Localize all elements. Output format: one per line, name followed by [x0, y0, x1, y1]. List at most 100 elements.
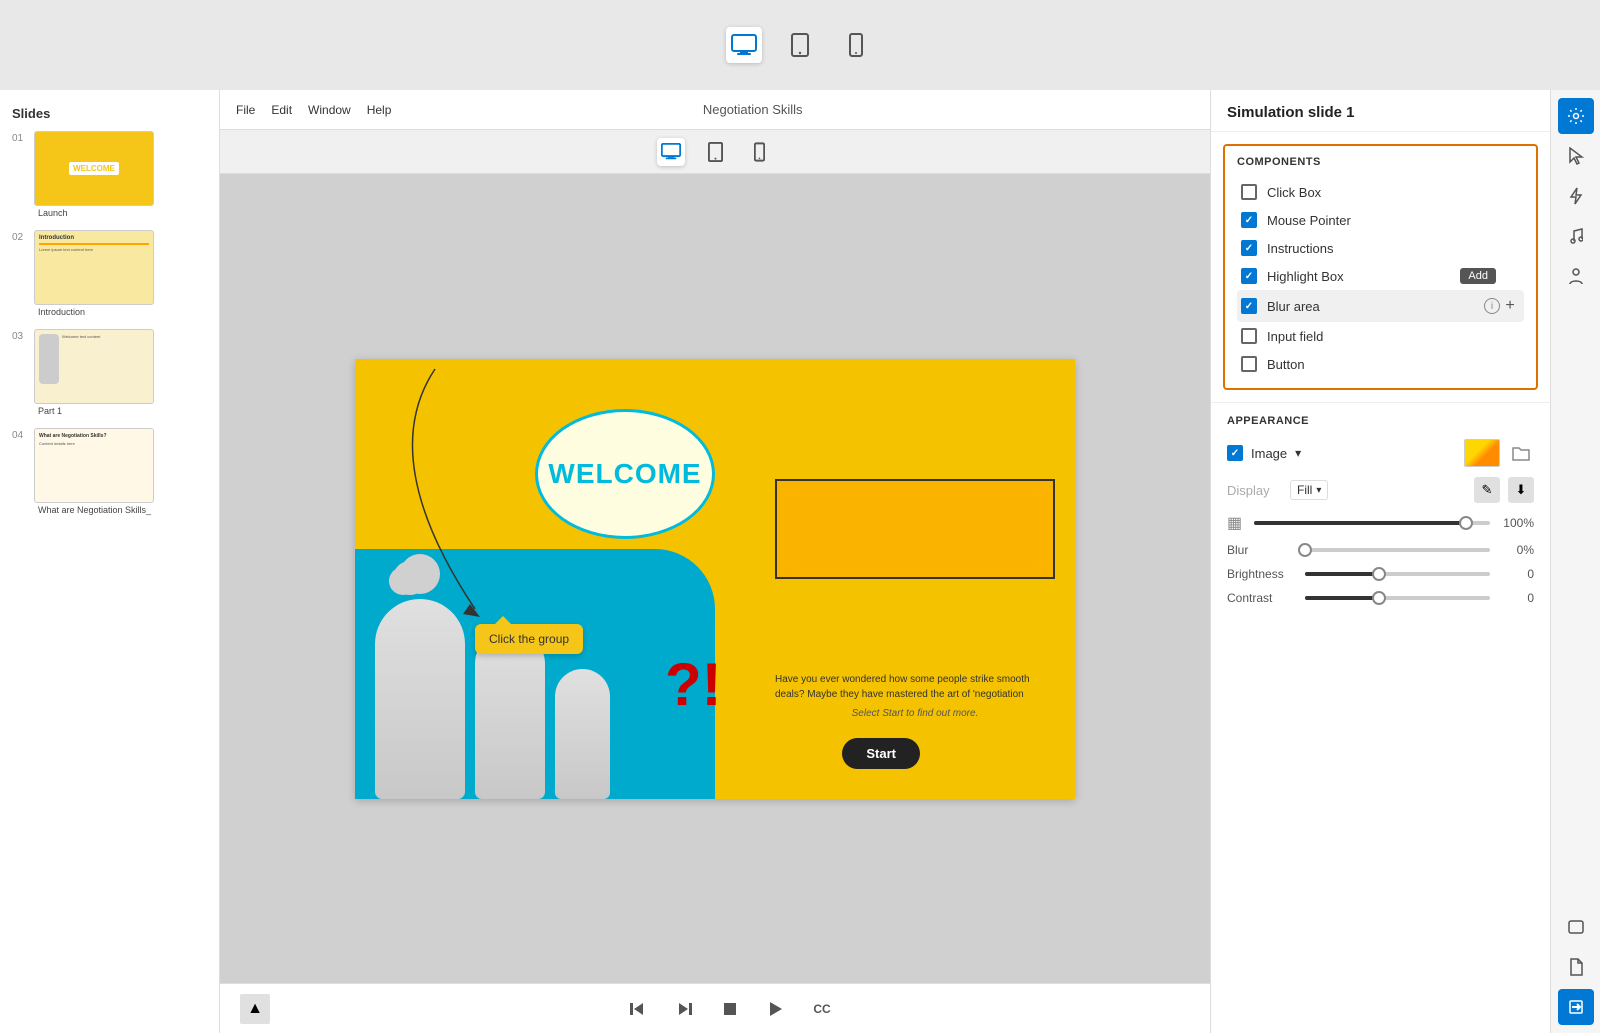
- components-label: COMPONENTS: [1237, 156, 1524, 168]
- slide-canvas-wrapper: WELCOME ?!: [220, 174, 1210, 983]
- next-frame-btn[interactable]: [669, 994, 699, 1024]
- component-item-inputfield[interactable]: Input field: [1237, 322, 1524, 350]
- share-sidebar-btn[interactable]: [1558, 989, 1594, 1025]
- slide-item-01[interactable]: 01 WELCOME Launch: [8, 127, 211, 222]
- tooltip-arrow: [495, 616, 511, 624]
- slide-thumb-title-02: Introduction: [38, 307, 154, 317]
- desktop-device-btn[interactable]: [726, 27, 762, 63]
- clickbox-checkbox[interactable]: [1241, 184, 1257, 200]
- opacity-slider-track[interactable]: [1254, 521, 1490, 525]
- rectangle-sidebar-btn[interactable]: [1558, 909, 1594, 945]
- tooltip-box: Click the group: [475, 624, 583, 654]
- playback-center: CC: [623, 994, 837, 1024]
- menu-help[interactable]: Help: [367, 103, 392, 117]
- blur-value: 0%: [1498, 543, 1534, 557]
- folder-icon[interactable]: [1508, 440, 1534, 466]
- slide-number-04: 04: [12, 428, 34, 441]
- lightning-sidebar-btn[interactable]: [1558, 178, 1594, 214]
- blurarea-plus-btn[interactable]: +: [1500, 296, 1520, 316]
- slide-italic-text: Select Start to find out more.: [775, 708, 1055, 719]
- contrast-slider-track[interactable]: [1305, 596, 1490, 600]
- slide-thumbnail-02: Introduction Lorem ipsum text content he…: [34, 230, 154, 305]
- settings-sidebar-btn[interactable]: [1558, 98, 1594, 134]
- canvas-device-bar: [220, 130, 1210, 174]
- canvas-slide-title: Negotiation Skills: [703, 102, 803, 117]
- prev-frame-btn[interactable]: [623, 994, 653, 1024]
- component-item-mousepointer[interactable]: Mouse Pointer: [1237, 206, 1524, 234]
- slide-item-02[interactable]: 02 Introduction Lorem ipsum text content…: [8, 226, 211, 321]
- slide-thumb-title-04: What are Negotiation Skills_: [38, 505, 154, 515]
- component-item-blurarea[interactable]: Blur area i +: [1237, 290, 1524, 322]
- main-layout: Slides 01 WELCOME Launch: [0, 90, 1600, 1033]
- image-label: Image: [1251, 446, 1287, 461]
- slide-number-01: 01: [12, 131, 34, 144]
- brightness-slider-track[interactable]: [1305, 572, 1490, 576]
- component-item-clickbox[interactable]: Click Box: [1237, 178, 1524, 206]
- button-checkbox[interactable]: [1241, 356, 1257, 372]
- canvas-area: File Edit Window Help Negotiation Skills: [220, 90, 1210, 1033]
- inputfield-checkbox[interactable]: [1241, 328, 1257, 344]
- document-sidebar-btn[interactable]: [1558, 949, 1594, 985]
- download-icon-btn[interactable]: ⬇: [1508, 477, 1534, 503]
- figure-large: [375, 599, 465, 799]
- slide-thumb-title-03: Part 1: [38, 406, 154, 416]
- blurarea-info-icon[interactable]: i: [1484, 298, 1500, 314]
- welcome-bubble: WELCOME: [535, 409, 715, 539]
- blurarea-checkbox[interactable]: [1241, 298, 1257, 314]
- tablet-device-btn[interactable]: [782, 27, 818, 63]
- blurarea-label: Blur area: [1267, 299, 1480, 314]
- canvas-tablet-btn[interactable]: [701, 138, 729, 166]
- music-sidebar-btn[interactable]: [1558, 218, 1594, 254]
- menu-window[interactable]: Window: [308, 103, 351, 117]
- figure-medium: [475, 629, 545, 799]
- canvas-mobile-btn[interactable]: [745, 138, 773, 166]
- image-checkbox[interactable]: [1227, 445, 1243, 461]
- clickbox-label: Click Box: [1267, 185, 1520, 200]
- contrast-value: 0: [1498, 591, 1534, 605]
- slide-item-04[interactable]: 04 What are Negotiation Skills? Content …: [8, 424, 211, 519]
- blur-box: [775, 479, 1055, 579]
- slide-canvas[interactable]: WELCOME ?!: [355, 359, 1075, 799]
- blur-slider-row: Blur 0%: [1227, 543, 1534, 557]
- mousepointer-checkbox[interactable]: [1241, 212, 1257, 228]
- playback-bar: ▲ CC: [220, 983, 1210, 1033]
- highlightbox-add-btn[interactable]: Add: [1460, 268, 1496, 284]
- slide-thumbnail-04: What are Negotiation Skills? Content det…: [34, 428, 154, 503]
- brightness-label: Brightness: [1227, 567, 1297, 581]
- opacity-value: 100%: [1498, 516, 1534, 530]
- menu-edit[interactable]: Edit: [271, 103, 292, 117]
- image-dropdown[interactable]: ▾: [1295, 446, 1301, 460]
- mobile-device-btn[interactable]: [838, 27, 874, 63]
- blur-slider-track[interactable]: [1305, 548, 1490, 552]
- instructions-checkbox[interactable]: [1241, 240, 1257, 256]
- mousepointer-label: Mouse Pointer: [1267, 213, 1520, 228]
- slide-paragraph: Have you ever wondered how some people s…: [775, 672, 1055, 702]
- component-item-highlightbox[interactable]: Highlight Box Add: [1237, 262, 1524, 290]
- components-section: COMPONENTS Click Box Mouse Pointer Instr…: [1223, 144, 1538, 390]
- cursor-sidebar-btn[interactable]: [1558, 138, 1594, 174]
- stop-btn[interactable]: [715, 994, 745, 1024]
- slides-panel: Slides 01 WELCOME Launch: [0, 90, 220, 1033]
- person-sidebar-btn[interactable]: [1558, 258, 1594, 294]
- scroll-up-btn[interactable]: ▲: [240, 994, 270, 1024]
- tooltip-text: Click the group: [489, 632, 569, 646]
- component-item-instructions[interactable]: Instructions: [1237, 234, 1524, 262]
- play-btn[interactable]: [761, 994, 791, 1024]
- menu-file[interactable]: File: [236, 103, 255, 117]
- canvas-desktop-btn[interactable]: [657, 138, 685, 166]
- playback-left: ▲: [240, 994, 270, 1024]
- checker-icon: ▦: [1227, 513, 1242, 533]
- opacity-slider-row: ▦ 100%: [1227, 513, 1534, 533]
- button-label: Button: [1267, 357, 1520, 372]
- image-preview: [1464, 439, 1500, 467]
- display-select[interactable]: Fill ▾: [1290, 480, 1328, 500]
- highlightbox-checkbox[interactable]: [1241, 268, 1257, 284]
- start-button[interactable]: Start: [842, 738, 920, 769]
- slide-item-03[interactable]: 03 Welcome text content Part 1: [8, 325, 211, 420]
- captions-btn[interactable]: CC: [807, 994, 837, 1024]
- contrast-label: Contrast: [1227, 591, 1297, 605]
- edit-icon-btn[interactable]: ✎: [1474, 477, 1500, 503]
- slide-number-03: 03: [12, 329, 34, 342]
- component-item-button[interactable]: Button: [1237, 350, 1524, 378]
- canvas-top-bar: File Edit Window Help Negotiation Skills: [220, 90, 1210, 130]
